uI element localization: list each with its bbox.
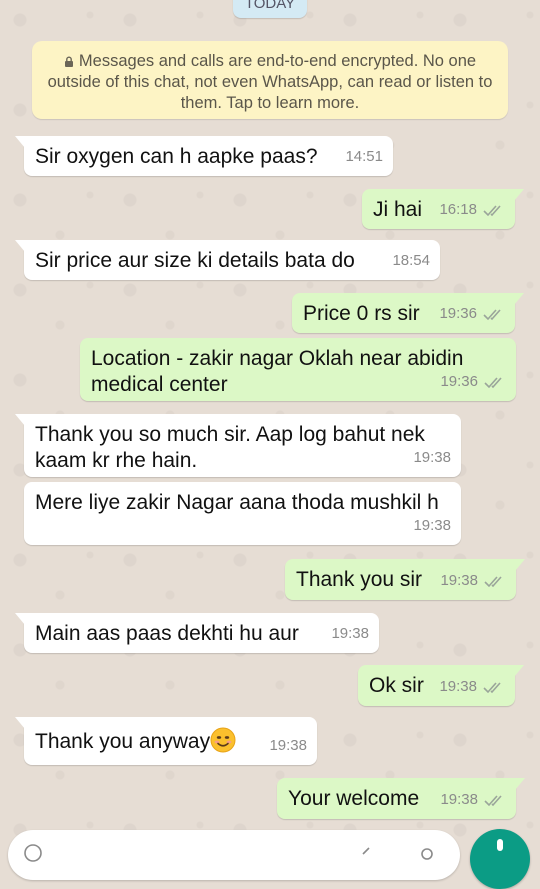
- camera-icon[interactable]: [418, 844, 436, 862]
- message-bubble-outgoing[interactable]: Price 0 rs sir 19:36: [292, 293, 524, 333]
- message-meta: 19:38: [269, 733, 307, 759]
- message-text: Thank you so much sir. Aap log bahut nek…: [35, 423, 425, 472]
- smiling-face-emoji: [210, 727, 236, 753]
- message-meta: 19:36: [440, 369, 506, 395]
- encryption-notice-text: Messages and calls are end-to-end encryp…: [47, 52, 493, 112]
- message-bubble-outgoing[interactable]: Ok sir 19:38: [358, 665, 524, 706]
- message-text: Ji hai: [373, 198, 423, 221]
- message-time: 19:38: [440, 572, 478, 589]
- message-bubble-incoming[interactable]: Mere liye zakir Nagar aana thoda mushkil…: [24, 482, 461, 545]
- message-meta: 19:38: [413, 445, 451, 471]
- message-meta: 14:51: [345, 144, 383, 170]
- message-meta: 19:36: [439, 301, 505, 327]
- message-text: Thank you anyway: [35, 730, 211, 753]
- date-chip: TODAY: [233, 0, 307, 18]
- message-meta: 19:38: [439, 674, 505, 700]
- message-text: Thank you sir: [296, 568, 423, 591]
- message-text: Sir price aur size ki details bata do: [35, 249, 355, 272]
- message-time: 19:38: [331, 625, 369, 642]
- message-time: 19:38: [269, 737, 307, 754]
- message-time: 19:38: [439, 678, 477, 695]
- double-check-icon: [484, 794, 502, 806]
- message-time: 19:36: [440, 373, 478, 390]
- message-meta: 19:38: [440, 568, 506, 594]
- message-time: 18:54: [392, 252, 430, 269]
- lock-icon: [64, 56, 73, 67]
- encryption-notice[interactable]: Messages and calls are end-to-end encryp…: [32, 41, 508, 119]
- double-check-icon: [484, 575, 502, 587]
- message-bubble-incoming[interactable]: Sir price aur size ki details bata do 18…: [15, 240, 440, 280]
- double-check-icon: [483, 308, 501, 320]
- double-check-icon: [483, 204, 501, 216]
- message-text: Your welcome: [288, 787, 420, 810]
- message-time: 16:18: [439, 201, 477, 218]
- message-time: 19:38: [440, 791, 478, 808]
- message-meta: 19:38: [440, 787, 506, 813]
- message-bubble-incoming[interactable]: Sir oxygen can h aapke paas? 14:51: [15, 136, 393, 176]
- message-text: Sir oxygen can h aapke paas?: [35, 145, 318, 168]
- message-bubble-incoming[interactable]: Main aas paas dekhti hu aur 19:38: [15, 613, 379, 653]
- message-time: 19:38: [413, 517, 451, 534]
- double-check-icon: [484, 376, 502, 388]
- message-time: 19:38: [413, 449, 451, 466]
- message-text: Mere liye zakir Nagar aana thoda mushkil…: [35, 491, 439, 514]
- message-meta: 18:54: [392, 248, 430, 274]
- emoji-icon[interactable]: [24, 844, 42, 862]
- message-meta: 16:18: [439, 197, 505, 223]
- mic-icon: [497, 839, 503, 851]
- message-bubble-outgoing[interactable]: Location - zakir nagar Oklah near abidin…: [80, 338, 516, 401]
- message-text: Ok sir: [369, 674, 424, 697]
- message-bubble-outgoing[interactable]: Ji hai 16:18: [362, 189, 524, 229]
- message-meta: 19:38: [331, 621, 369, 647]
- message-bubble-outgoing[interactable]: Thank you sir 19:38: [285, 559, 525, 600]
- message-meta: 19:38: [413, 513, 451, 539]
- double-check-icon: [483, 681, 501, 693]
- message-input[interactable]: [8, 830, 460, 880]
- message-bubble-outgoing[interactable]: Your welcome 19:38: [277, 778, 525, 819]
- message-time: 14:51: [345, 148, 383, 165]
- message-text: Location - zakir nagar Oklah near abidin…: [91, 347, 464, 396]
- mic-button[interactable]: [470, 829, 530, 889]
- message-text: Main aas paas dekhti hu aur: [35, 622, 299, 645]
- message-time: 19:36: [439, 305, 477, 322]
- message-bubble-incoming[interactable]: Thank you so much sir. Aap log bahut nek…: [15, 414, 461, 477]
- message-bubble-incoming[interactable]: Thank you anyway 19:38: [15, 717, 317, 765]
- attach-icon[interactable]: [358, 844, 376, 862]
- message-text: Price 0 rs sir: [303, 302, 420, 325]
